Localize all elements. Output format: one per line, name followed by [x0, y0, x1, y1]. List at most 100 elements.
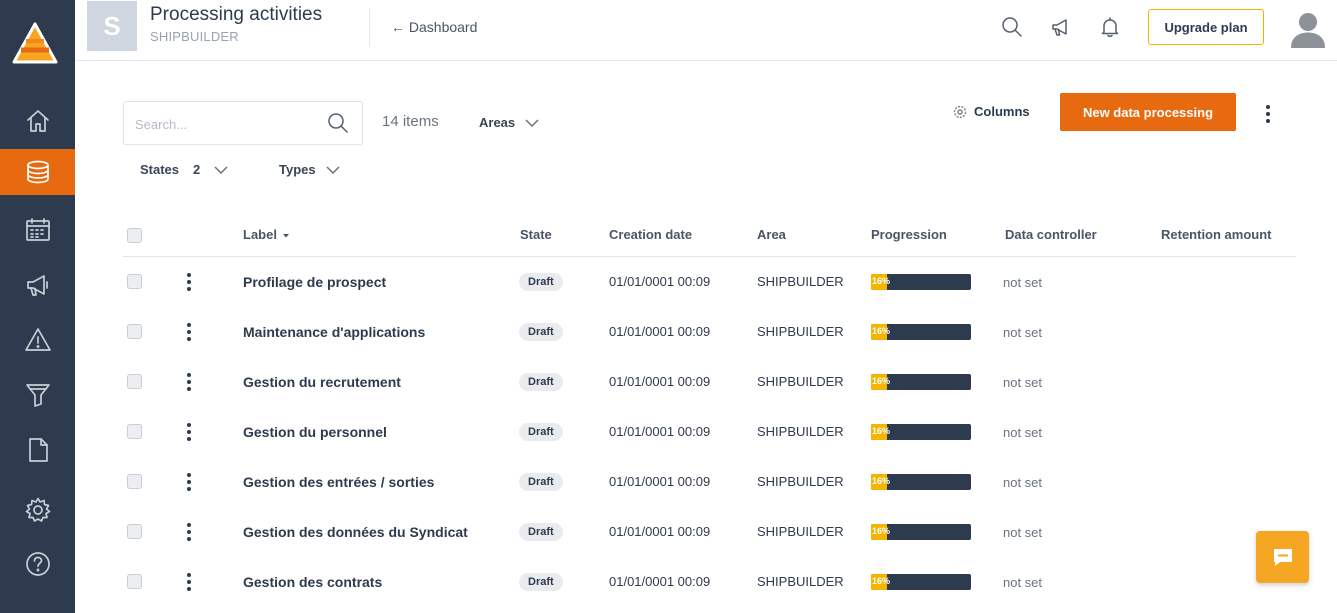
progress-text: 16% [872, 476, 891, 486]
sidebar-item-settings[interactable] [0, 487, 75, 533]
column-header-data-controller[interactable]: Data controller [1005, 227, 1097, 242]
row-label-link[interactable]: Gestion des entrées / sorties [243, 474, 434, 490]
area-cell: SHIPBUILDER [757, 574, 844, 589]
sidebar-item-campaigns[interactable] [0, 262, 75, 308]
dot [187, 437, 191, 441]
column-header-progression[interactable]: Progression [871, 227, 947, 242]
creation-date: 01/01/0001 00:09 [609, 574, 711, 589]
column-header-label-text: Label [243, 227, 277, 242]
sidebar-item-help[interactable] [0, 541, 75, 587]
dot [187, 530, 191, 534]
chat-button[interactable] [1256, 531, 1309, 583]
sort-down-icon [282, 233, 289, 237]
creation-date: 01/01/0001 00:09 [609, 324, 711, 339]
dot [187, 380, 191, 384]
states-filter-count: 2 [193, 162, 201, 177]
progress-bar: 16% [871, 574, 971, 590]
row-actions-menu[interactable] [184, 272, 194, 292]
column-header-retention-amount[interactable]: Retention amount [1161, 227, 1272, 242]
dot [187, 323, 191, 327]
row-label-link[interactable]: Maintenance d'applications [243, 324, 425, 340]
types-filter[interactable]: Types [279, 162, 340, 177]
row-label-link[interactable]: Profilage de prospect [243, 274, 386, 290]
status-badge: Draft [519, 473, 563, 491]
sidebar-item-filters[interactable] [0, 372, 75, 418]
row-actions-menu[interactable] [184, 372, 194, 392]
row-label-link[interactable]: Gestion des données du Syndicat [243, 524, 468, 540]
document-icon [28, 438, 48, 462]
row-label-link[interactable]: Gestion du personnel [243, 424, 387, 440]
progress-bar: 16% [871, 374, 971, 390]
brand-logo[interactable] [10, 20, 60, 66]
row-actions-menu[interactable] [184, 472, 194, 492]
announcements-icon[interactable] [1050, 16, 1072, 38]
data-controller-cell: not set [1003, 275, 1043, 290]
column-header-state[interactable]: State [520, 227, 552, 242]
dot [187, 273, 191, 277]
chat-icon [1273, 549, 1292, 566]
home-icon [26, 110, 49, 132]
search-input[interactable] [135, 114, 315, 134]
column-header-label[interactable]: Label [243, 227, 291, 242]
dot [187, 480, 191, 484]
data-controller-cell: not set [1003, 475, 1043, 490]
row-checkbox[interactable] [127, 324, 142, 339]
sidebar-item-calendar[interactable] [0, 207, 75, 253]
dot [187, 330, 191, 334]
select-all-checkbox[interactable] [127, 228, 142, 243]
more-options-button[interactable] [1260, 102, 1276, 126]
row-label-link[interactable]: Gestion des contrats [243, 574, 382, 590]
dot [187, 423, 191, 427]
row-checkbox[interactable] [127, 574, 142, 589]
dot [187, 580, 191, 584]
row-checkbox[interactable] [127, 474, 142, 489]
upgrade-plan-button[interactable]: Upgrade plan [1148, 9, 1264, 45]
dot [187, 387, 191, 391]
columns-button[interactable]: Columns [953, 104, 1030, 119]
bell-icon[interactable] [1099, 16, 1121, 38]
row-actions-menu[interactable] [184, 572, 194, 592]
states-filter-label: States [140, 162, 180, 177]
data-controller-cell: not set [1003, 425, 1043, 440]
sidebar-item-documents[interactable] [0, 427, 75, 473]
row-checkbox[interactable] [127, 524, 142, 539]
new-data-processing-button[interactable]: New data processing [1060, 93, 1236, 131]
back-to-dashboard-link[interactable]: ← Dashboard [391, 19, 477, 35]
states-filter[interactable]: States 2 [140, 162, 228, 177]
calendar-icon [25, 218, 50, 241]
gear-icon [25, 497, 50, 522]
row-checkbox[interactable] [127, 424, 142, 439]
areas-filter[interactable]: Areas [479, 115, 539, 130]
megaphone-icon [26, 275, 48, 296]
sidebar-item-incidents[interactable] [0, 317, 75, 363]
status-badge: Draft [519, 273, 563, 291]
page-subtitle: SHIPBUILDER [150, 29, 239, 44]
progress-text: 16% [872, 326, 891, 336]
row-actions-menu[interactable] [184, 422, 194, 442]
dot [187, 473, 191, 477]
row-actions-menu[interactable] [184, 322, 194, 342]
chevron-down-icon [525, 118, 539, 127]
sidebar-item-processing[interactable] [0, 149, 75, 195]
column-header-area[interactable]: Area [757, 227, 786, 242]
search-icon[interactable] [327, 112, 349, 134]
chevron-down-icon [214, 165, 228, 174]
dot [187, 373, 191, 377]
creation-date: 01/01/0001 00:09 [609, 424, 711, 439]
organization-avatar: S [87, 1, 137, 51]
status-badge: Draft [519, 323, 563, 341]
row-label-link[interactable]: Gestion du recrutement [243, 374, 401, 390]
search-icon[interactable] [1001, 16, 1023, 38]
column-header-creation-date[interactable]: Creation date [609, 227, 692, 242]
data-controller-cell: not set [1003, 575, 1043, 590]
dot [187, 280, 191, 284]
dot [1266, 112, 1270, 116]
progress-bar: 16% [871, 424, 971, 440]
row-checkbox[interactable] [127, 374, 142, 389]
row-checkbox[interactable] [127, 274, 142, 289]
user-avatar[interactable] [1289, 8, 1327, 50]
dot [187, 537, 191, 541]
sidebar-item-home[interactable] [0, 98, 75, 144]
row-actions-menu[interactable] [184, 522, 194, 542]
area-cell: SHIPBUILDER [757, 374, 844, 389]
